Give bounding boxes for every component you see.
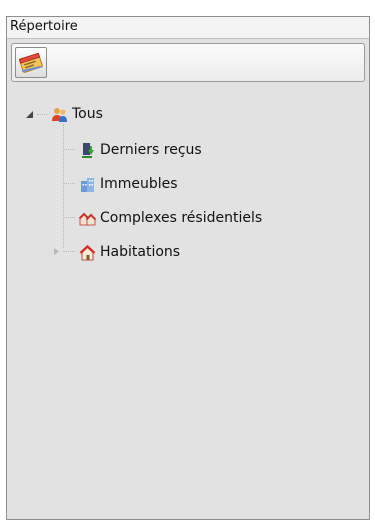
address-book-button[interactable] [15, 47, 47, 78]
tree-item-label: Tous [72, 106, 103, 122]
tree-guide [63, 217, 75, 218]
house-icon [79, 244, 96, 261]
expand-triangle-icon[interactable] [52, 247, 61, 256]
address-book-icon [18, 52, 43, 73]
people-icon [52, 108, 67, 122]
tree-guide [63, 124, 64, 248]
panel-title: Répertoire [7, 17, 369, 39]
tree-guide [63, 251, 75, 252]
directory-panel: Répertoire Tous Derniers reçus Immeubles… [6, 16, 370, 520]
received-download-icon [82, 143, 94, 158]
residential-complex-icon [79, 212, 96, 226]
tree-item-label: Complexes résidentiels [100, 210, 263, 226]
toolbar [11, 43, 365, 82]
tree-guide [63, 149, 75, 150]
tree-item-label: Immeubles [100, 176, 178, 192]
tree-item-label: Derniers reçus [100, 142, 202, 158]
tree-guide [63, 183, 75, 184]
tree-item-label: Habitations [100, 244, 181, 260]
tree-guide [37, 114, 47, 115]
collapse-triangle-icon[interactable] [25, 110, 34, 119]
building-icon [81, 178, 94, 192]
